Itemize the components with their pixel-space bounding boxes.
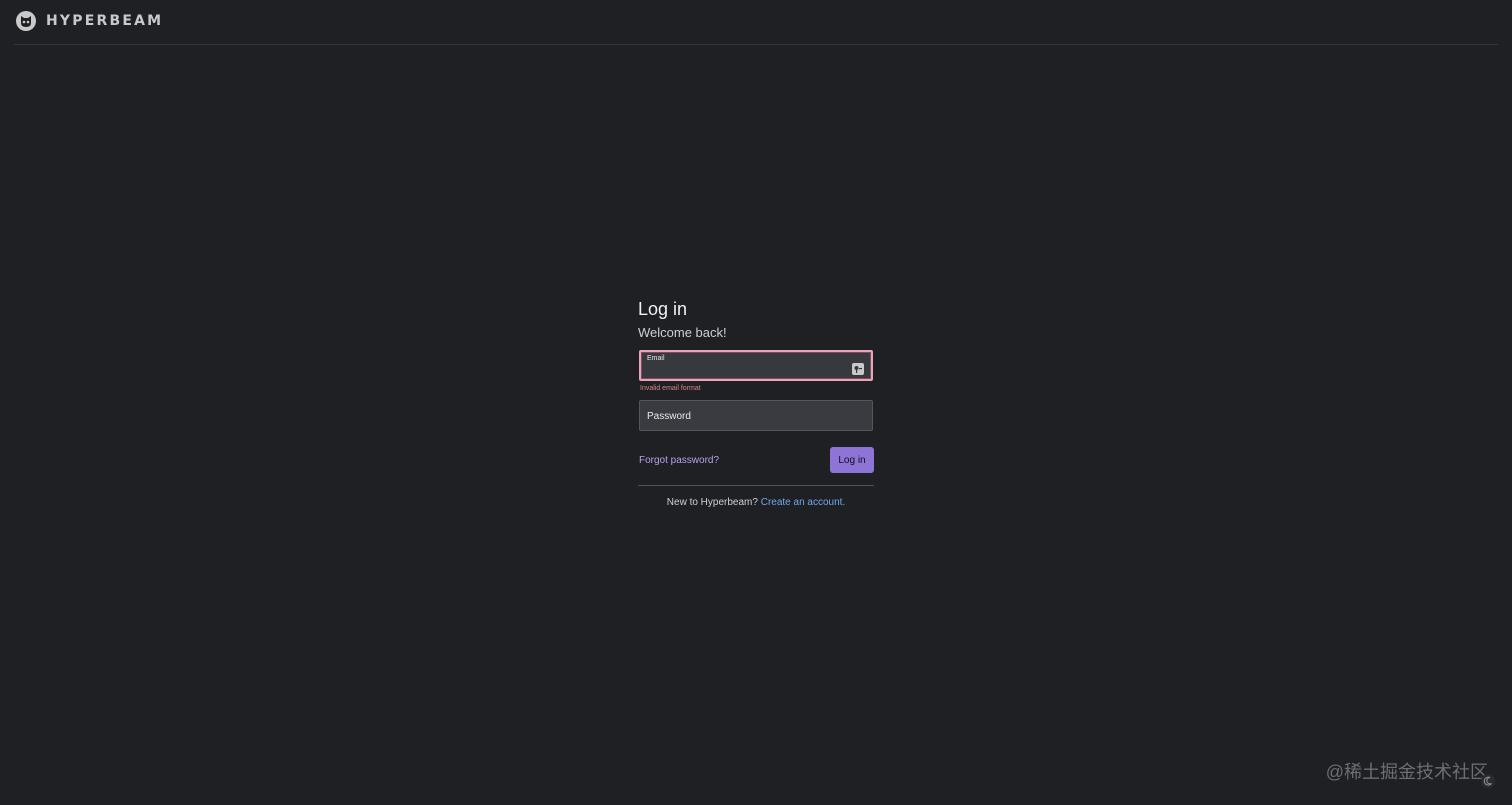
password-input[interactable] [647,409,864,423]
page: HYPERBEAM Log in Welcome back! Email Inv… [0,0,1512,805]
header-divider [14,44,1498,45]
login-form: Log in Welcome back! Email Invalid email… [638,298,874,508]
form-actions: Forgot password? Log in [639,447,874,474]
brand-name: HYPERBEAM [46,13,164,29]
password-field[interactable] [639,400,873,431]
moon-icon [1481,774,1495,788]
login-title: Log in [638,299,688,319]
login-button[interactable]: Log in [830,447,874,473]
email-error-message: Invalid email format [640,385,701,392]
email-input[interactable] [647,362,845,376]
password-manager-key-icon[interactable] [852,363,864,375]
signup-prompt-text: New to Hyperbeam? [666,497,758,508]
create-account-link[interactable]: Create an account. [761,497,846,508]
login-subtitle: Welcome back! [638,325,727,340]
form-divider [638,485,874,486]
forgot-password-link[interactable]: Forgot password? [639,455,719,466]
top-header: HYPERBEAM [0,0,1512,45]
watermark: @稀土掘金技术社区 [1325,762,1488,782]
hyperbeam-logo-icon [16,11,36,31]
signup-prompt: New to Hyperbeam? Create an account. [638,497,874,508]
email-field[interactable]: Email [639,350,873,381]
brand-home-link[interactable]: HYPERBEAM [16,11,163,31]
theme-toggle-button[interactable] [1481,774,1495,788]
